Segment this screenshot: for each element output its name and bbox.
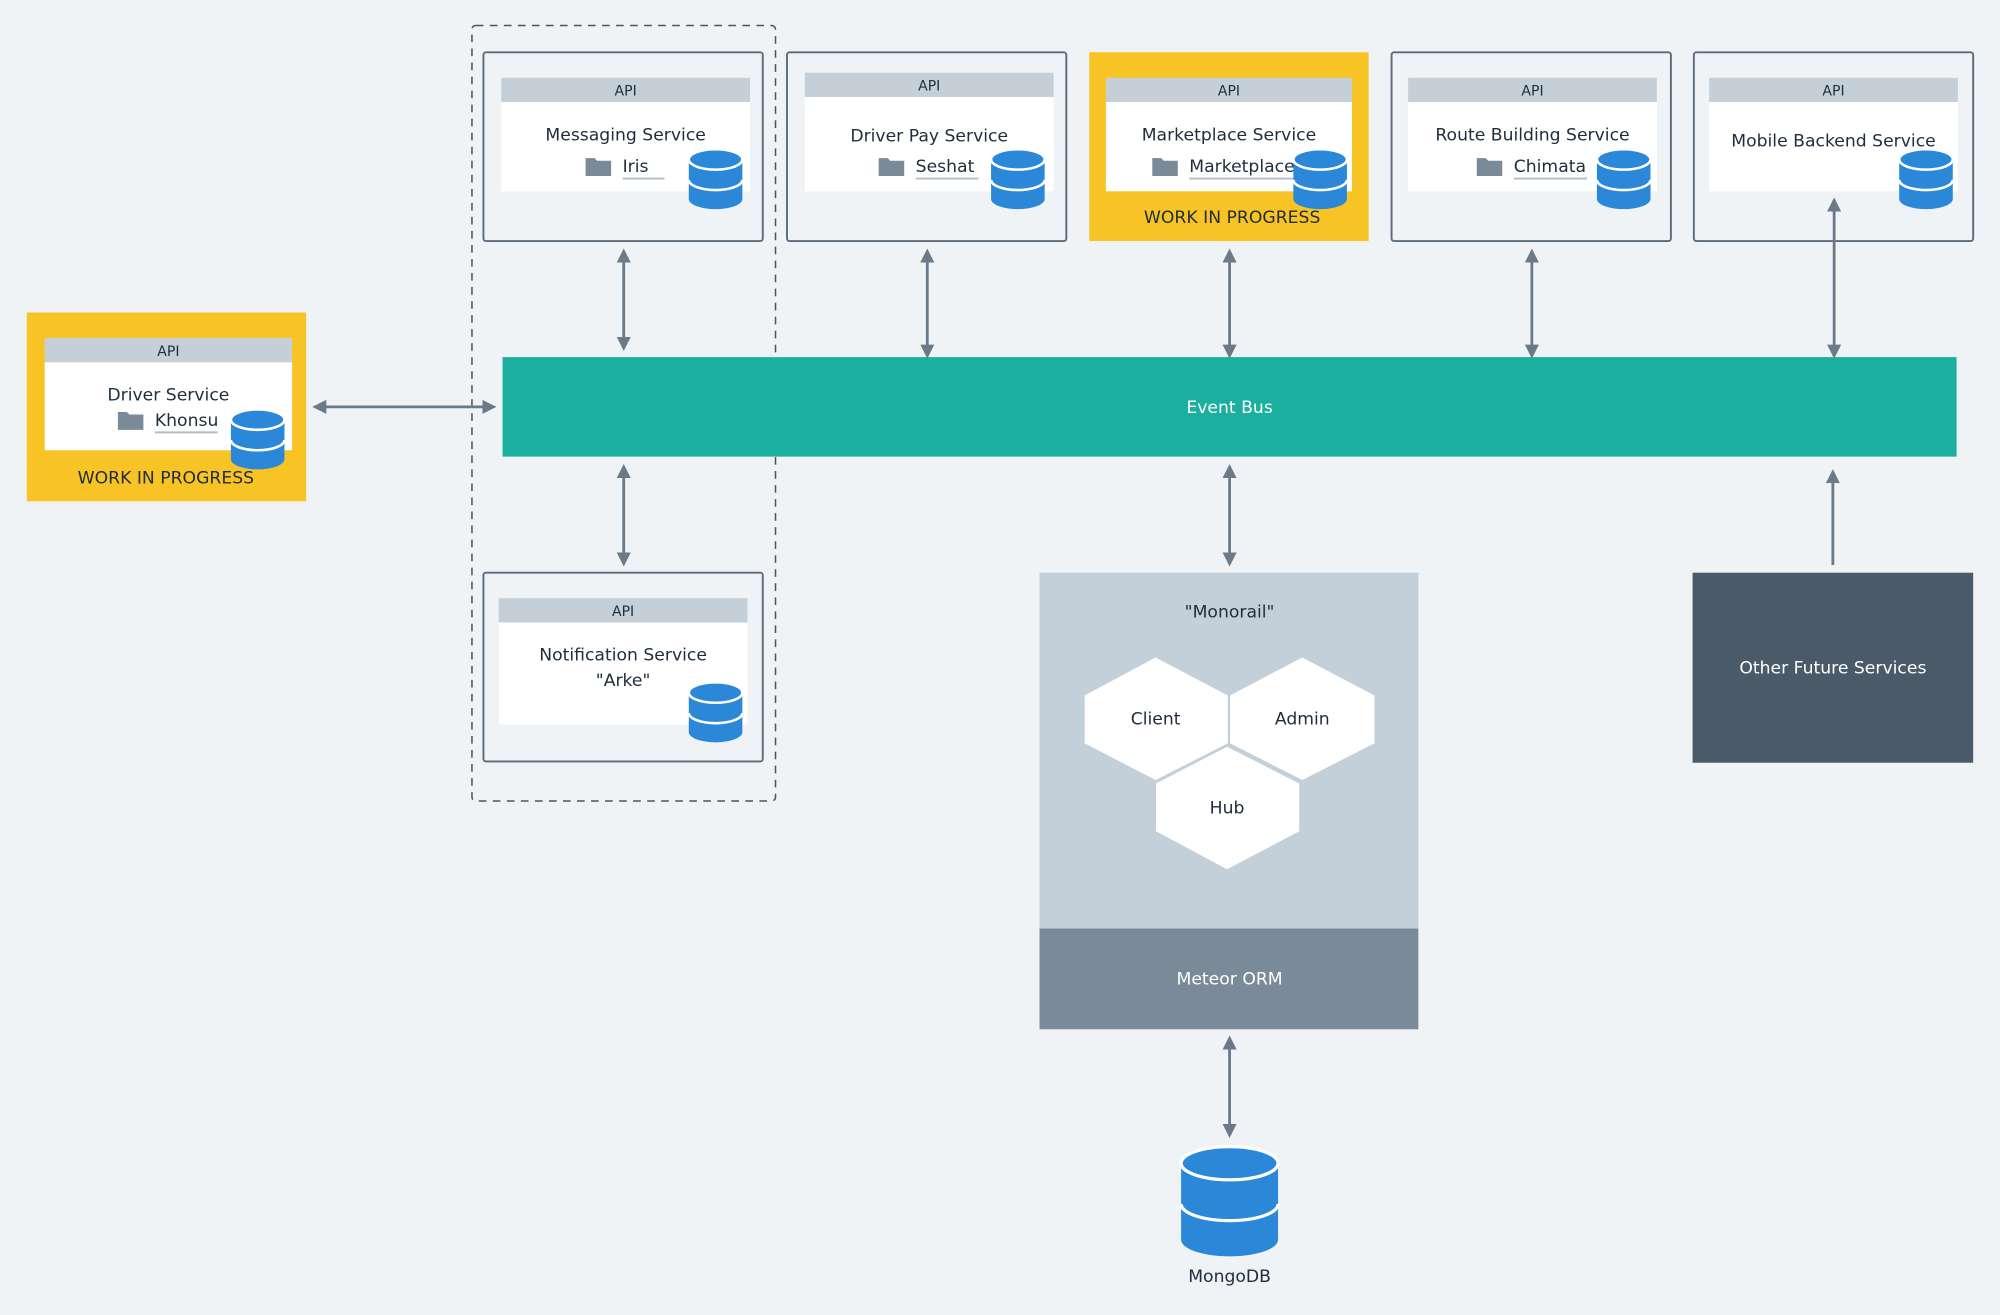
database-icon bbox=[1179, 1145, 1280, 1257]
architecture-diagram: APIDriver ServiceKhonsuWORK IN PROGRESSA… bbox=[0, 0, 2000, 1315]
mongodb-label: MongoDB bbox=[1188, 1267, 1271, 1287]
repo-link[interactable]: Iris bbox=[623, 157, 649, 177]
service-title: Driver Pay Service bbox=[850, 127, 1008, 147]
database-icon bbox=[229, 408, 286, 470]
repo-link[interactable]: Marketplace bbox=[1189, 157, 1294, 177]
service-title: Messaging Service bbox=[545, 125, 705, 145]
service-title: Marketplace Service bbox=[1142, 125, 1316, 145]
service-marketplace[interactable]: API Marketplace Service Marketplace WORK IN… bbox=[1089, 52, 1369, 242]
repo-link[interactable]: Seshat bbox=[916, 157, 975, 177]
service-title: Mobile Backend Service bbox=[1731, 132, 1936, 152]
svg-text:Admin: Admin bbox=[1275, 709, 1330, 729]
service-subtitle: "Arke" bbox=[596, 671, 651, 691]
svg-text:Client: Client bbox=[1131, 709, 1181, 729]
monorail-title: "Monorail" bbox=[1185, 602, 1275, 622]
status-label: WORK IN PROGRESS bbox=[1144, 208, 1321, 228]
svg-text:Hub: Hub bbox=[1210, 799, 1245, 819]
folder-icon bbox=[1152, 158, 1178, 177]
svg-text:Other Future Services: Other Future Services bbox=[1739, 658, 1926, 678]
service-driver[interactable]: API Driver Service Khonsu WORK IN PROGRESS bbox=[26, 312, 307, 502]
database-icon bbox=[687, 147, 744, 210]
database-icon bbox=[1897, 147, 1955, 210]
repo-link[interactable]: Khonsu bbox=[155, 411, 218, 431]
folder-icon bbox=[585, 158, 612, 177]
orm-label: Meteor ORM bbox=[1176, 970, 1282, 990]
api-label: API bbox=[1218, 84, 1240, 100]
folder-icon bbox=[878, 158, 905, 177]
database-icon bbox=[989, 147, 1046, 210]
service-title: Notification Service bbox=[539, 646, 707, 666]
folder-icon bbox=[1476, 158, 1503, 177]
meteor-orm[interactable]: Meteor ORM bbox=[1039, 928, 1419, 1030]
api-label: API bbox=[918, 79, 940, 95]
api-label: API bbox=[612, 604, 634, 620]
repo-link[interactable]: Chimata bbox=[1514, 157, 1586, 177]
database-icon bbox=[1292, 147, 1349, 210]
status-label: WORK IN PROGRESS bbox=[78, 468, 255, 488]
api-label: API bbox=[615, 84, 637, 100]
database-icon bbox=[1595, 147, 1652, 210]
folder-icon bbox=[117, 411, 144, 430]
service-title: Driver Service bbox=[107, 385, 229, 405]
event-bus[interactable]: Event Bus bbox=[502, 357, 1957, 457]
monorail[interactable]: "Monorail" Client Admin Hub bbox=[1039, 572, 1419, 929]
database-icon bbox=[687, 681, 744, 743]
api-label: API bbox=[157, 344, 179, 360]
api-label: API bbox=[1822, 84, 1844, 100]
api-label: API bbox=[1521, 84, 1543, 100]
other-future-services[interactable]: Other Future Services bbox=[1692, 572, 1974, 763]
service-title: Route Building Service bbox=[1435, 125, 1629, 145]
event-bus-label: Event Bus bbox=[1186, 398, 1272, 418]
